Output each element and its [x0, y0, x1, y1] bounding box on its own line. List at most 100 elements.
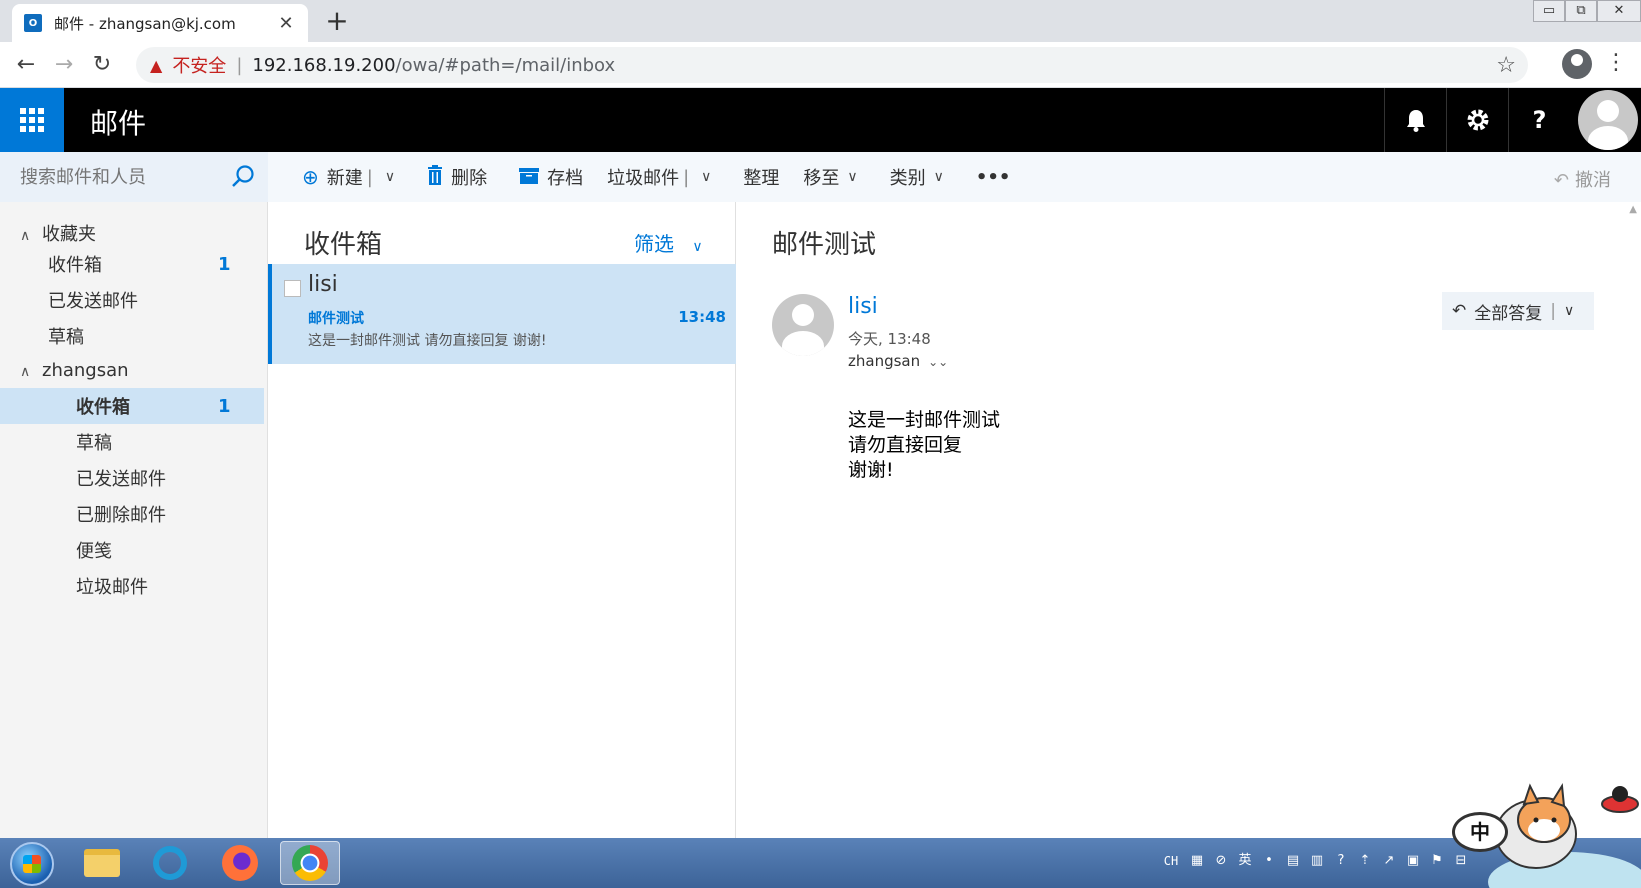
sender-avatar: [772, 294, 834, 356]
undo-button[interactable]: ↶ 撤消: [1554, 166, 1611, 192]
user-avatar[interactable]: [1578, 90, 1638, 150]
back-arrow-icon[interactable]: ←: [12, 51, 40, 79]
minimize-button[interactable]: ▭: [1533, 0, 1565, 22]
expand-recipients-icon[interactable]: ⌄⌄: [928, 355, 948, 369]
favorites-folder-sent[interactable]: 已发送邮件: [0, 282, 264, 318]
archive-icon: [519, 165, 540, 189]
reading-sender[interactable]: lisi: [848, 294, 878, 319]
restore-button[interactable]: ⧉: [1565, 0, 1597, 22]
delete-button[interactable]: 删除: [427, 164, 487, 190]
browser-tabstrip: O 邮件 - zhangsan@kj.com ✕ + ▭ ⧉ ✕: [0, 0, 1641, 42]
ie-taskbar-button[interactable]: [140, 841, 200, 885]
explorer-taskbar-button[interactable]: [72, 841, 132, 885]
help-icon[interactable]: ?: [1508, 88, 1570, 152]
account-group[interactable]: ∧ zhangsan: [20, 360, 129, 381]
folder-inbox[interactable]: 收件箱 1: [0, 388, 264, 424]
input-language[interactable]: CH: [1160, 852, 1182, 870]
command-bar: ⊕ 新建 | ∨ 删除 存档 垃圾邮件 | ∨ 整理 移至 ∨ 类别 ∨ ••• ↶…: [268, 152, 1641, 202]
archive-button[interactable]: 存档: [519, 164, 583, 190]
reload-icon[interactable]: ↻: [88, 51, 116, 79]
message-sender: lisi: [308, 272, 338, 297]
profile-avatar-icon[interactable]: [1562, 49, 1592, 79]
chrome-icon: [292, 845, 328, 881]
outlook-favicon-icon: O: [24, 14, 42, 32]
block-icon[interactable]: ⊘: [1212, 852, 1230, 870]
categorize-button[interactable]: 类别 ∨: [890, 164, 944, 190]
vm-icon[interactable]: ▣: [1404, 852, 1422, 870]
help-tray-icon[interactable]: ?: [1332, 852, 1350, 870]
filter-button[interactable]: 筛选 ∨: [634, 228, 703, 257]
search-input[interactable]: [20, 166, 230, 188]
message-body: 这是一封邮件测试 请勿直接回复 谢谢!: [848, 408, 1000, 483]
folder-sent[interactable]: 已发送邮件: [0, 460, 264, 496]
address-bar[interactable]: ▲ 不安全 | 192.168.19.200/owa/#path=/mail/i…: [136, 47, 1528, 83]
start-button[interactable]: [10, 842, 54, 886]
reading-date: 今天, 13:48: [848, 330, 931, 348]
chrome-taskbar-button[interactable]: [280, 841, 340, 885]
windows-logo-icon: [23, 855, 41, 873]
search-box: [0, 152, 268, 202]
unread-count: 1: [218, 253, 231, 275]
search-icon[interactable]: [230, 164, 256, 190]
app-launcher-icon[interactable]: [0, 88, 64, 152]
tray-arrow-icon[interactable]: ⇡: [1356, 852, 1374, 870]
bookmark-star-icon[interactable]: ☆: [1496, 53, 1516, 78]
firefox-icon: [222, 845, 258, 881]
more-commands-button[interactable]: •••: [976, 167, 1011, 188]
tab-title: 邮件 - zhangsan@kj.com: [54, 14, 236, 33]
message-checkbox[interactable]: [284, 280, 301, 297]
unread-count: 1: [218, 395, 231, 417]
trash-icon: [427, 164, 443, 190]
bell-icon[interactable]: [1384, 88, 1446, 152]
ie-icon: [153, 846, 187, 880]
flag-alert-icon[interactable]: ⚑: [1428, 852, 1446, 870]
move-to-button[interactable]: 移至 ∨: [803, 164, 857, 190]
ime-mode-icon[interactable]: 英: [1236, 852, 1254, 870]
chevron-down-icon[interactable]: ∨: [1564, 303, 1574, 319]
reading-recipient: zhangsan ⌄⌄: [848, 352, 949, 370]
chevron-down-icon: ∨: [692, 239, 703, 255]
url-text: 192.168.19.200/owa/#path=/mail/inbox: [252, 54, 616, 76]
favorites-folder-drafts[interactable]: 草稿: [0, 318, 264, 354]
folder-pane: ∧ 收藏夹 收件箱 1 已发送邮件 草稿 ∧ zhangsan 收件箱 1 草稿 已…: [0, 202, 268, 838]
folder-drafts[interactable]: 草稿: [0, 424, 264, 460]
punctuation-icon[interactable]: •: [1260, 852, 1278, 870]
app-title: 邮件: [90, 107, 147, 140]
scroll-up-icon[interactable]: ▲: [1629, 204, 1637, 215]
chevron-down-icon[interactable]: ∨: [701, 169, 711, 185]
reply-all-icon: ↶: [1452, 301, 1467, 321]
settings-tray-icon[interactable]: ▥: [1308, 852, 1326, 870]
firefox-taskbar-button[interactable]: [210, 841, 270, 885]
forward-arrow-icon[interactable]: →: [50, 51, 78, 79]
network-arrow-icon[interactable]: ↗: [1380, 852, 1398, 870]
warning-icon: ▲: [150, 55, 163, 75]
list-title: 收件箱: [304, 230, 383, 260]
browser-tab[interactable]: O 邮件 - zhangsan@kj.com ✕: [12, 4, 308, 42]
folder-notes[interactable]: 便笺: [0, 532, 264, 568]
toolbox-icon[interactable]: ▤: [1284, 852, 1302, 870]
folder-icon: [84, 849, 120, 877]
plus-circle-icon: ⊕: [302, 165, 319, 189]
tab-close-icon[interactable]: ✕: [276, 13, 296, 34]
message-subject: 邮件测试: [308, 311, 364, 327]
ime-chinese-button[interactable]: 中: [1452, 812, 1508, 852]
reading-pane: ▲ 邮件测试 lisi 今天, 13:48 zhangsan ⌄⌄ ↶ 全部答复 …: [736, 202, 1641, 838]
junk-button[interactable]: 垃圾邮件 | ∨: [607, 164, 711, 190]
chevron-up-icon: ∧: [20, 364, 31, 380]
favorites-group[interactable]: ∧ 收藏夹: [20, 220, 96, 246]
browser-menu-icon[interactable]: ⋮: [1605, 50, 1627, 75]
message-preview: 这是一封邮件测试 请勿直接回复 谢谢!: [308, 333, 547, 349]
favorites-folder-inbox[interactable]: 收件箱 1: [0, 246, 264, 282]
chevron-down-icon[interactable]: ∨: [385, 169, 395, 185]
url-separator: |: [236, 54, 243, 76]
gear-icon[interactable]: [1446, 88, 1508, 152]
sweep-button[interactable]: 整理: [743, 164, 779, 190]
new-button[interactable]: ⊕ 新建 | ∨: [302, 164, 395, 190]
keyboard-icon[interactable]: ▦: [1188, 852, 1206, 870]
close-window-button[interactable]: ✕: [1597, 0, 1641, 22]
message-item[interactable]: lisi 邮件测试 13:48 这是一封邮件测试 请勿直接回复 谢谢!: [268, 264, 736, 364]
folder-junk[interactable]: 垃圾邮件: [0, 568, 264, 604]
reply-all-button[interactable]: ↶ 全部答复 | ∨: [1442, 292, 1594, 330]
new-tab-button[interactable]: +: [322, 6, 352, 36]
folder-deleted[interactable]: 已删除邮件: [0, 496, 264, 532]
